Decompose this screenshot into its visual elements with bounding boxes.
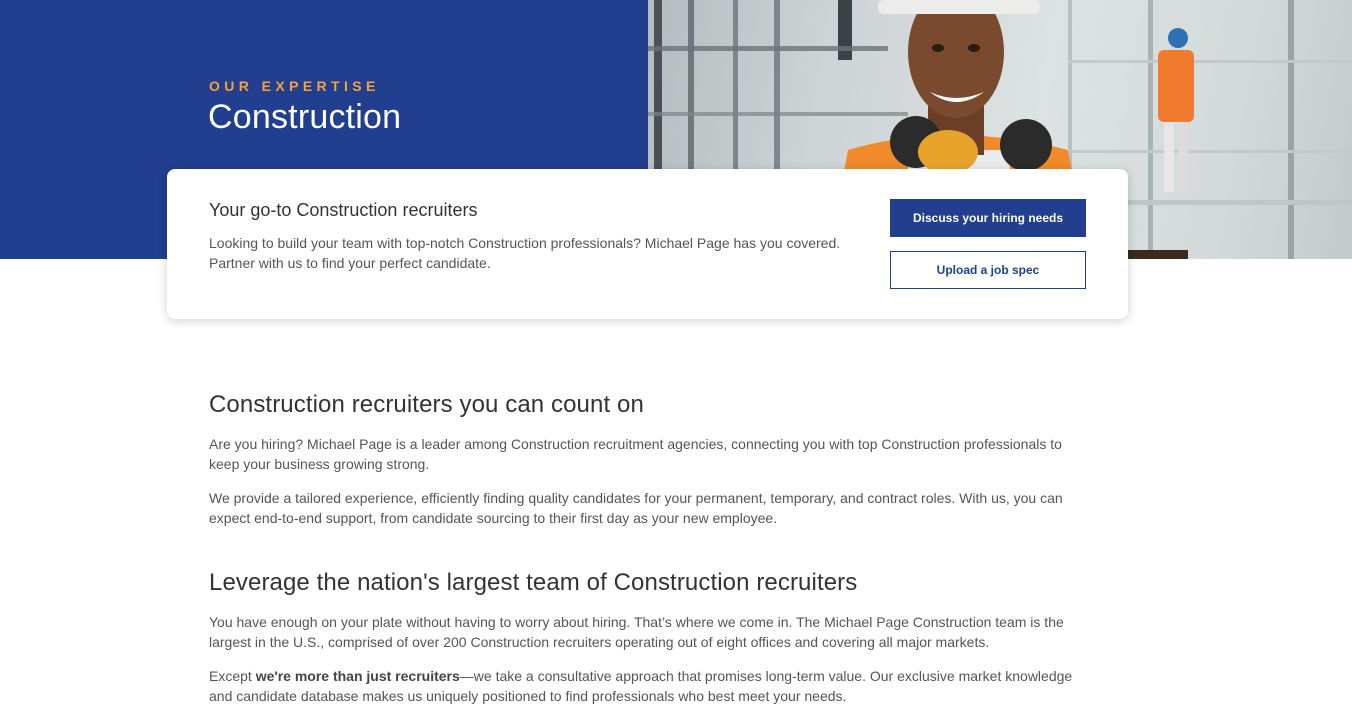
section2-paragraph-2-prefix: Except (209, 668, 256, 684)
recruiters-card: Your go-to Construction recruiters Looki… (167, 169, 1128, 319)
card-title: Your go-to Construction recruiters (209, 200, 478, 220)
discuss-hiring-needs-button[interactable]: Discuss your hiring needs (890, 199, 1086, 237)
eyebrow-label: OUR EXPERTISE (209, 78, 380, 94)
section1-paragraph-2: We provide a tailored experience, effici… (209, 490, 1063, 526)
page-title: Construction (208, 98, 402, 136)
card-description: Looking to build your team with top-notc… (209, 235, 841, 271)
section2-paragraph-2-bold: we're more than just recruiters (255, 668, 460, 684)
section1-paragraph-1: Are you hiring? Michael Page is a leader… (209, 436, 1062, 472)
section2-paragraph-1: You have enough on your plate without ha… (209, 614, 1064, 650)
section-heading-count-on: Construction recruiters you can count on (209, 391, 644, 418)
section-heading-largest-team: Leverage the nation's largest team of Co… (209, 569, 858, 596)
upload-job-spec-button[interactable]: Upload a job spec (890, 251, 1086, 289)
section2-paragraph-2: Except we're more than just recruiters—w… (209, 666, 1079, 706)
